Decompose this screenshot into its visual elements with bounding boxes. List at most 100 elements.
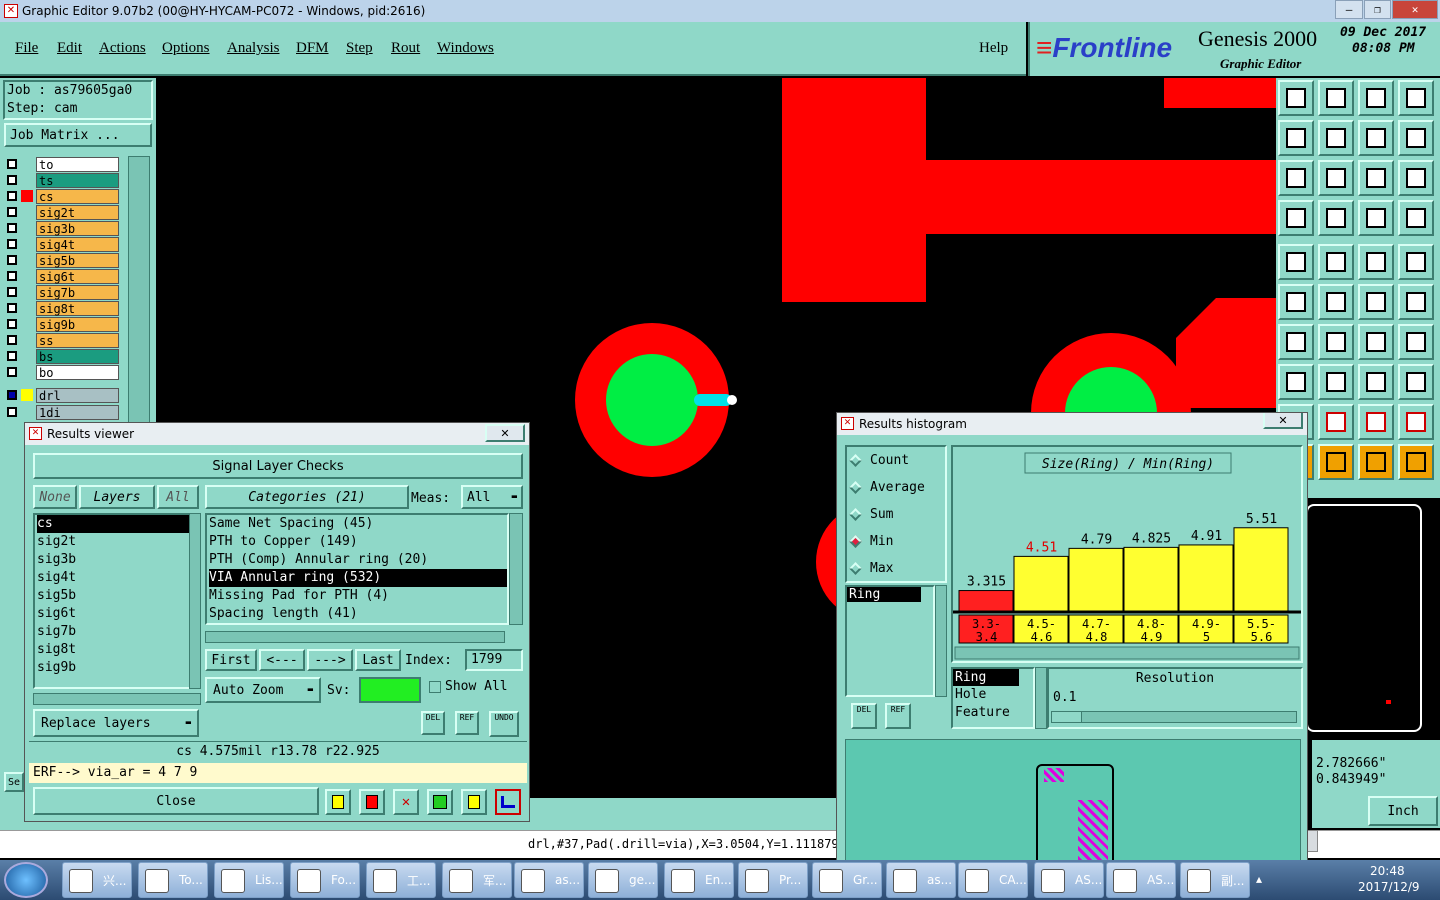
layer-result-item[interactable]: sig7b (37, 623, 189, 641)
auto-zoom-select[interactable]: Auto Zoom ▬ (205, 677, 321, 703)
layer-row[interactable]: sig5b (4, 252, 126, 268)
layer-result-list[interactable]: cs sig2t sig3b sig4t sig5b sig6t sig7b sig8t sig… (33, 513, 191, 689)
drill-layer-row[interactable]: drl (4, 387, 126, 403)
layer-checkbox[interactable] (7, 159, 17, 169)
layer-checkbox[interactable] (7, 223, 17, 233)
toolbar-tool-icon[interactable] (1358, 284, 1394, 320)
category-list[interactable]: Same Net Spacing (45) PTH to Copper (149)… (205, 513, 509, 625)
toolbar-tool-icon[interactable] (1318, 244, 1354, 280)
toolbar-tool-icon[interactable] (1398, 200, 1434, 236)
meas-select[interactable]: All ▬ (461, 485, 523, 509)
attr-hole[interactable]: Hole (953, 686, 1033, 704)
toolbar-tool-icon[interactable] (1398, 80, 1434, 116)
layer-row[interactable]: cs (4, 188, 126, 204)
attribute-list[interactable]: Ring Hole Feature (951, 667, 1035, 729)
taskbar-item[interactable]: En... (664, 862, 734, 898)
layer-checkbox[interactable] (7, 351, 17, 361)
hist-del-button[interactable]: DEL (851, 703, 877, 729)
menu-rout[interactable]: Rout (391, 40, 420, 57)
toolbar-tool-icon[interactable] (1278, 284, 1314, 320)
layer-result-item[interactable]: sig9b (37, 659, 189, 677)
taskbar-item[interactable]: 兴... (62, 862, 132, 898)
layer-checkbox[interactable] (7, 287, 17, 297)
category-item[interactable]: PTH (Comp) Annular ring (20) (209, 551, 507, 569)
layer-row[interactable]: sig2t (4, 204, 126, 220)
undo-button[interactable]: UNDO (489, 711, 519, 737)
layer-row[interactable]: to (4, 156, 126, 172)
histogram-list-scrollbar[interactable] (935, 585, 947, 697)
mode-option[interactable]: Min (847, 528, 945, 555)
units-button[interactable]: Inch (1368, 796, 1438, 826)
radio-diamond-icon[interactable] (849, 535, 862, 548)
layer-checkbox[interactable] (7, 271, 17, 281)
layer-checkbox[interactable] (7, 207, 17, 217)
histogram-bar[interactable] (1233, 527, 1289, 612)
drill-layer-row[interactable]: 1di (4, 404, 126, 420)
toolbar-tool-icon[interactable] (1318, 364, 1354, 400)
layer-row[interactable]: sig6t (4, 268, 126, 284)
toolbar-tool-icon[interactable] (1398, 404, 1434, 440)
toolbar-tool-icon[interactable] (1278, 244, 1314, 280)
toolbar-tool-icon[interactable] (1278, 324, 1314, 360)
menu-edit[interactable]: Edit (57, 40, 82, 57)
layer-row[interactable]: ss (4, 332, 126, 348)
toolbar-tool-icon[interactable] (1398, 444, 1434, 480)
left-panel-extra-button[interactable]: Se (4, 772, 24, 792)
show-all-checkbox[interactable] (429, 681, 441, 693)
taskbar-item[interactable]: 副... (1180, 862, 1250, 898)
menu-step[interactable]: Step (346, 40, 373, 57)
menu-options[interactable]: Options (162, 40, 210, 57)
layer-row[interactable]: sig9b (4, 316, 126, 332)
toolbar-tool-icon[interactable] (1358, 160, 1394, 196)
layer-row[interactable]: bo (4, 364, 126, 380)
taskbar-item[interactable]: ge... (588, 862, 658, 898)
tool-icon-3[interactable]: ✕ (393, 789, 419, 815)
menu-analysis[interactable]: Analysis (227, 40, 280, 57)
histogram-close-icon[interactable]: ✕ (1263, 413, 1303, 429)
ref-button[interactable]: REF (455, 711, 479, 735)
last-button[interactable]: Last (355, 649, 401, 671)
layer-checkbox[interactable] (7, 367, 17, 377)
mode-option[interactable]: Count (847, 447, 945, 474)
taskbar-item[interactable]: 工... (366, 862, 436, 898)
category-item[interactable]: VIA Annular ring (532) (209, 569, 507, 587)
none-button[interactable]: None (33, 485, 77, 509)
layers-button[interactable]: Layers (79, 485, 155, 509)
hist-ref-button[interactable]: REF (885, 703, 911, 729)
category-item[interactable]: Missing Pad for PTH (4) (209, 587, 507, 605)
job-matrix-button[interactable]: Job Matrix ... (4, 123, 152, 147)
toolbar-tool-icon[interactable] (1318, 160, 1354, 196)
mode-option[interactable]: Average (847, 474, 945, 501)
toolbar-tool-icon[interactable] (1398, 364, 1434, 400)
toolbar-tool-icon[interactable] (1318, 284, 1354, 320)
attr-feature[interactable]: Feature (953, 704, 1033, 722)
layer-checkbox[interactable] (7, 303, 17, 313)
tool-icon-5[interactable] (461, 789, 487, 815)
toolbar-tool-icon[interactable] (1398, 244, 1434, 280)
layer-result-item[interactable]: sig8t (37, 641, 189, 659)
taskbar-item[interactable]: Gr... (812, 862, 882, 898)
histogram-bar[interactable] (1178, 544, 1234, 612)
layer-result-item[interactable]: sig3b (37, 551, 189, 569)
layer-checkbox[interactable] (7, 255, 17, 265)
layer-row[interactable]: ts (4, 172, 126, 188)
toolbar-tool-icon[interactable] (1358, 404, 1394, 440)
layer-checkbox[interactable] (7, 191, 17, 201)
del-button[interactable]: DEL (421, 711, 445, 735)
layer-result-item[interactable]: sig2t (37, 533, 189, 551)
taskbar-item[interactable]: CA... (958, 862, 1028, 898)
toolbar-tool-icon[interactable] (1318, 80, 1354, 116)
toolbar-tool-icon[interactable] (1398, 284, 1434, 320)
histogram-bar[interactable] (1068, 547, 1124, 612)
radio-diamond-icon[interactable] (849, 508, 862, 521)
layer-checkbox[interactable] (7, 239, 17, 249)
toolbar-tool-icon[interactable] (1318, 120, 1354, 156)
layer-row[interactable]: sig3b (4, 220, 126, 236)
histogram-list[interactable]: Ring (845, 585, 935, 697)
taskbar-item[interactable]: Fo... (290, 862, 360, 898)
maximize-button[interactable]: ❐ (1364, 0, 1391, 19)
taskbar-item[interactable]: To... (138, 862, 208, 898)
attribute-scrollbar[interactable] (1035, 667, 1047, 729)
results-viewer-close-icon[interactable]: ✕ (485, 424, 525, 442)
toolbar-tool-icon[interactable] (1278, 80, 1314, 116)
